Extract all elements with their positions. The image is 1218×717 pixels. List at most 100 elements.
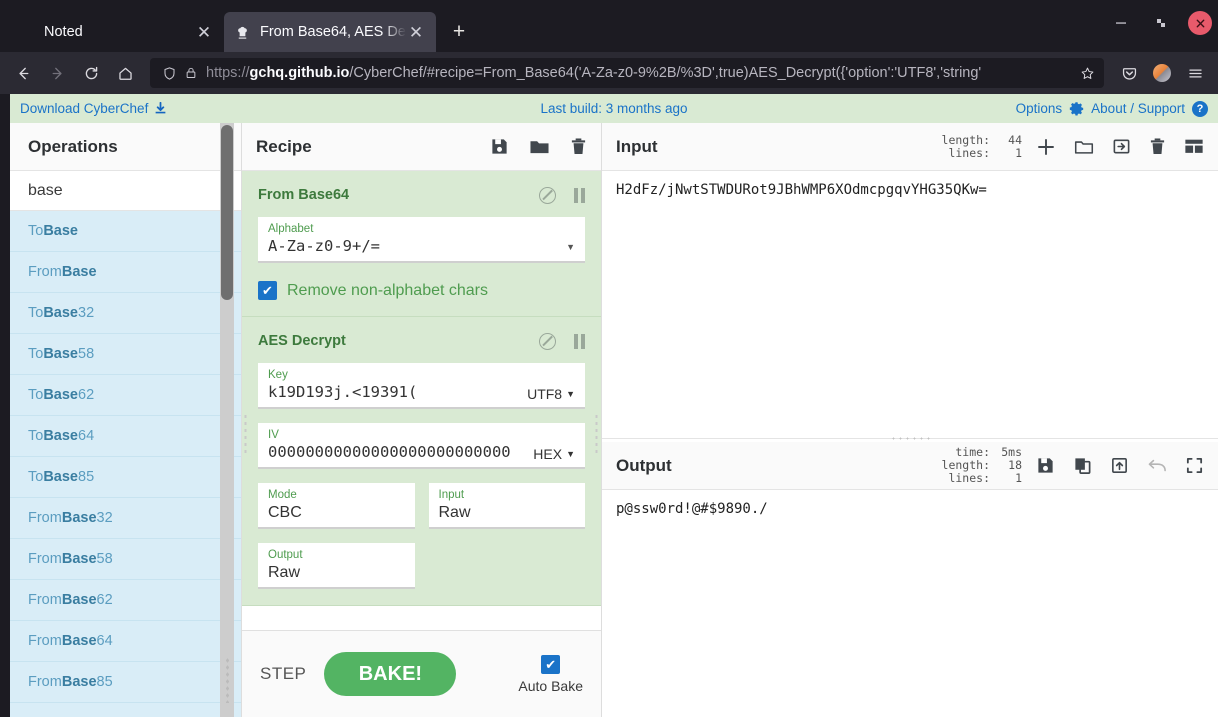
argument-encoding-select[interactable]: UTF8▼ (527, 386, 575, 403)
disable-operation-icon[interactable] (539, 333, 556, 350)
operations-scrollbar-thumb[interactable] (221, 125, 233, 300)
back-icon[interactable] (8, 58, 38, 88)
argument-input[interactable]: InputRaw (429, 483, 586, 529)
about-support-link[interactable]: About / Support (1091, 101, 1185, 116)
url-bar[interactable]: https://gchq.github.io/CyberChef/#recipe… (150, 58, 1104, 88)
open-folder-icon[interactable] (1074, 138, 1094, 156)
add-input-icon[interactable] (1036, 137, 1056, 157)
close-button[interactable] (1188, 11, 1212, 35)
argument-key[interactable]: Keyk19D193j.<19391(UTF8▼ (258, 363, 585, 409)
app-menu-icon[interactable] (1180, 58, 1210, 88)
operation-suffix: 62 (78, 387, 94, 403)
pocket-icon[interactable] (1114, 58, 1144, 88)
copy-output-icon[interactable] (1073, 456, 1092, 475)
options-link[interactable]: Options (1016, 101, 1063, 116)
input-textarea[interactable]: H2dFz/jNwtSTWDURot9JBhWMP6XOdmcpgqvYHG35… (602, 171, 1218, 438)
operation-list-item[interactable]: From Base64 (10, 621, 241, 662)
reload-icon[interactable] (76, 58, 106, 88)
operations-scrollbar[interactable] (220, 123, 234, 717)
breakpoint-pause-icon[interactable] (574, 334, 585, 349)
operation-list-item[interactable]: From Base (10, 252, 241, 293)
forward-icon[interactable] (42, 58, 72, 88)
home-icon[interactable] (110, 58, 140, 88)
save-recipe-icon[interactable] (490, 137, 509, 156)
io-meta-row: length:44 (936, 134, 1022, 147)
recipe-operation[interactable]: AES DecryptKeyk19D193j.<19391(UTF8▼IV000… (242, 317, 601, 606)
argument-output[interactable]: OutputRaw (258, 543, 415, 589)
io-splitter-grip[interactable] (890, 436, 930, 442)
lock-icon[interactable] (180, 66, 202, 80)
remove-non-alphabet-chars-checkbox[interactable]: ✔ (258, 281, 277, 300)
load-recipe-icon[interactable] (529, 137, 550, 156)
account-avatar[interactable] (1147, 58, 1177, 88)
download-icon[interactable] (154, 102, 167, 115)
operations-list: To BaseFrom BaseTo Base32To Base58To Bas… (10, 211, 241, 717)
browser-tab-noted[interactable]: Noted ✕ (8, 12, 224, 52)
operation-list-item[interactable]: To Base32 (10, 293, 241, 334)
bake-button[interactable]: BAKE! (324, 652, 456, 696)
step-button[interactable]: STEP (260, 664, 306, 684)
navigation-toolbar: https://gchq.github.io/CyberChef/#recipe… (0, 52, 1218, 94)
chevron-down-icon[interactable]: ▼ (566, 389, 575, 399)
io-panel: Input length:44lines:1 (602, 123, 1218, 717)
auto-bake-checkbox[interactable]: ✔ (541, 655, 560, 674)
input-tabs-icon[interactable] (1184, 138, 1204, 155)
clear-recipe-icon[interactable] (570, 137, 587, 156)
disable-operation-icon[interactable] (539, 187, 556, 204)
tab-close-icon[interactable]: ✕ (194, 22, 214, 42)
argument-encoding-select[interactable]: HEX▼ (533, 446, 575, 463)
clear-input-icon[interactable] (1149, 137, 1166, 156)
io-splitter[interactable] (602, 438, 1218, 442)
argument-value[interactable]: Raw (439, 502, 576, 523)
operations-resize-grip[interactable] (225, 657, 231, 703)
argument-iv[interactable]: IV00000000000000000000000000HEX▼ (258, 423, 585, 469)
chevron-down-icon[interactable]: ▼ (566, 449, 575, 459)
breakpoint-pause-icon[interactable] (574, 188, 585, 203)
maximize-restore-button[interactable] (1148, 10, 1174, 36)
argument-value[interactable]: A-Za-z0-9+/= (268, 236, 560, 257)
operation-list-item[interactable]: To Base62 (10, 375, 241, 416)
shield-icon[interactable] (158, 66, 180, 81)
argument-checkbox-row[interactable]: ✔Remove non-alphabet chars (258, 281, 585, 300)
recipe-operation-controls (539, 187, 585, 204)
operation-list-item[interactable]: To Base85 (10, 457, 241, 498)
operation-list-item[interactable]: From Base32 (10, 498, 241, 539)
download-cyberchef-link[interactable]: Download CyberChef (20, 101, 148, 116)
gear-icon[interactable] (1069, 101, 1084, 116)
replace-input-icon[interactable] (1110, 456, 1129, 475)
recipe-left-resize-grip[interactable] (243, 413, 248, 455)
operation-match: Base (62, 551, 97, 567)
undo-icon[interactable] (1147, 457, 1167, 475)
argument-value[interactable]: k19D193j.<19391( (268, 382, 527, 403)
operation-list-item[interactable]: To Base (10, 211, 241, 252)
argument-value[interactable]: 00000000000000000000000000 (268, 442, 533, 463)
argument-value[interactable]: CBC (268, 502, 405, 523)
bookmark-star-icon[interactable] (1076, 66, 1098, 81)
maximize-output-icon[interactable] (1185, 456, 1204, 475)
browser-tab-cyberchef[interactable]: From Base64, AES Decryp ✕ (224, 12, 436, 52)
chevron-down-icon[interactable]: ▼ (566, 242, 575, 257)
auto-bake-control[interactable]: ✔ Auto Bake (518, 655, 583, 694)
operation-list-item[interactable]: From Base62 (10, 580, 241, 621)
operation-match: Base (43, 346, 78, 362)
app-main: Operations base To BaseFrom BaseTo Base3… (10, 123, 1218, 717)
recipe-operation[interactable]: From Base64AlphabetA-Za-z0-9+/=▼✔Remove … (242, 171, 601, 317)
minimize-button[interactable] (1108, 10, 1134, 36)
question-icon[interactable]: ? (1192, 101, 1208, 117)
recipe-right-resize-grip[interactable] (594, 413, 599, 455)
open-folder-as-input-icon[interactable] (1112, 137, 1131, 156)
save-output-icon[interactable] (1036, 456, 1055, 475)
new-tab-button[interactable]: + (442, 15, 476, 49)
operation-match: Base (43, 223, 78, 239)
operation-list-item[interactable]: From Base85 (10, 662, 241, 703)
operation-list-item[interactable]: To Base64 (10, 416, 241, 457)
operation-list-item[interactable]: From Base58 (10, 539, 241, 580)
argument-value[interactable]: Raw (268, 562, 405, 583)
tab-close-icon[interactable]: ✕ (406, 22, 426, 42)
argument-mode[interactable]: ModeCBC (258, 483, 415, 529)
operation-list-item[interactable]: To Base58 (10, 334, 241, 375)
operation-suffix: 85 (97, 674, 113, 690)
operations-search-input[interactable]: base (10, 171, 241, 211)
argument-alphabet[interactable]: AlphabetA-Za-z0-9+/=▼ (258, 217, 585, 263)
operation-prefix: From (28, 264, 62, 280)
